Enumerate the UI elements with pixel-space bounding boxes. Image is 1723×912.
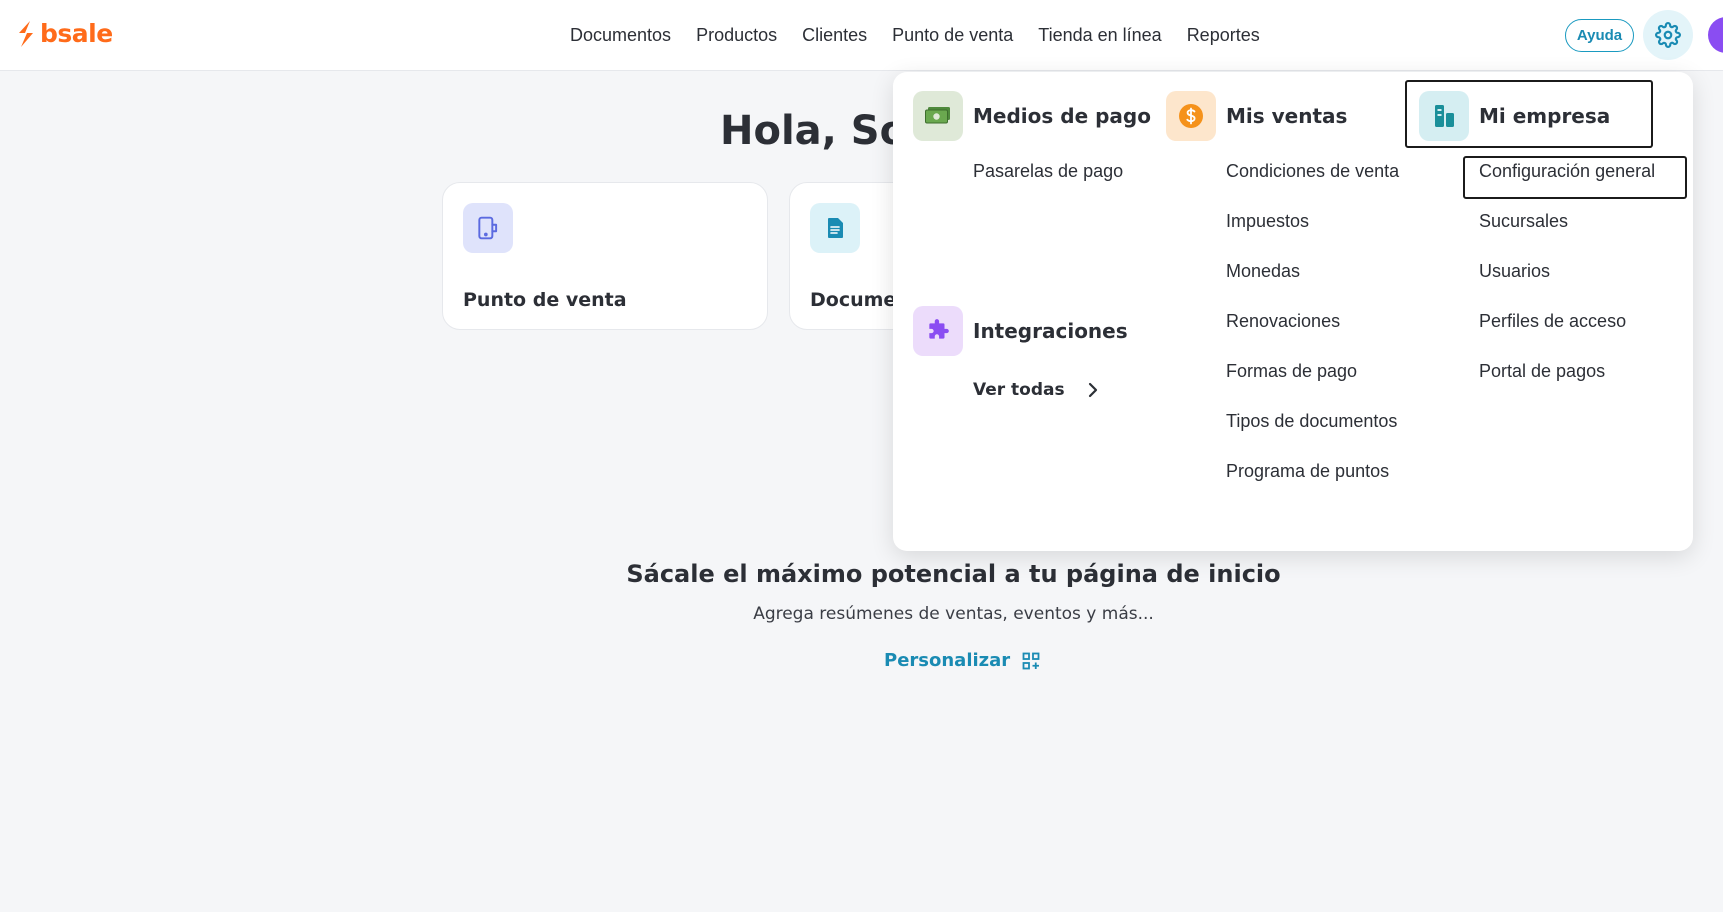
shortcut-card-punto-de-venta[interactable]: Punto de venta	[442, 182, 768, 330]
menu-item-renovaciones[interactable]: Renovaciones	[1226, 309, 1340, 333]
section-medios-de-pago: Medios de pago	[913, 91, 1151, 141]
chevron-right-icon	[1088, 382, 1097, 398]
menu-item-impuestos[interactable]: Impuestos	[1226, 209, 1309, 233]
promo-subtitle: Agrega resúmenes de ventas, eventos y má…	[753, 604, 1154, 624]
user-avatar[interactable]	[1708, 17, 1723, 53]
brand-name: bsale	[40, 19, 113, 48]
menu-item-pasarelas-de-pago[interactable]: Pasarelas de pago	[973, 159, 1123, 183]
menu-item-formas-de-pago[interactable]: Formas de pago	[1226, 359, 1357, 383]
nav-clientes[interactable]: Clientes	[802, 22, 867, 48]
section-title: Mi empresa	[1479, 104, 1611, 128]
personalize-label: Personalizar	[884, 650, 1011, 671]
money-icon	[925, 107, 950, 124]
menu-item-condiciones-de-venta[interactable]: Condiciones de venta	[1226, 159, 1399, 183]
bsale-logo-icon	[19, 21, 33, 47]
gear-icon	[1655, 22, 1681, 48]
section-title: Integraciones	[973, 319, 1128, 343]
section-title: Mis ventas	[1226, 104, 1348, 128]
card-label: Punto de venta	[463, 289, 627, 311]
section-icon-wrap	[1166, 91, 1216, 141]
widgets-icon	[1022, 652, 1040, 669]
nav-documentos[interactable]: Documentos	[570, 22, 671, 48]
section-title: Medios de pago	[973, 104, 1151, 128]
building-icon	[1435, 105, 1454, 127]
personalize-link[interactable]: Personalizar	[884, 650, 1040, 671]
card-icon-wrap	[463, 203, 513, 253]
section-mi-empresa[interactable]: Mi empresa	[1419, 91, 1610, 141]
nav-tienda-en-linea[interactable]: Tienda en línea	[1038, 22, 1161, 48]
ver-todas-label: Ver todas	[973, 380, 1065, 400]
menu-item-configuracion-general[interactable]: Configuración general	[1479, 159, 1655, 183]
menu-item-perfiles-de-acceso[interactable]: Perfiles de acceso	[1479, 309, 1626, 333]
menu-item-portal-de-pagos[interactable]: Portal de pagos	[1479, 359, 1605, 383]
document-icon	[828, 218, 843, 238]
dollar-coin-icon	[1179, 104, 1203, 128]
menu-item-sucursales[interactable]: Sucursales	[1479, 209, 1568, 233]
section-icon-wrap	[1419, 91, 1469, 141]
nav-productos[interactable]: Productos	[696, 22, 777, 48]
menu-item-monedas[interactable]: Monedas	[1226, 259, 1300, 283]
section-mis-ventas: Mis ventas	[1166, 91, 1347, 141]
settings-dropdown-menu: Medios de pago Pasarelas de pago Integra…	[893, 72, 1693, 551]
card-icon-wrap	[810, 203, 860, 253]
nav-punto-de-venta[interactable]: Punto de venta	[892, 22, 1013, 48]
ver-todas-link[interactable]: Ver todas	[973, 380, 1099, 400]
puzzle-icon	[929, 319, 949, 339]
bsale-logo[interactable]: bsale	[16, 20, 113, 48]
top-header: bsale Documentos Productos Clientes Punt…	[0, 0, 1723, 71]
settings-button[interactable]	[1643, 10, 1693, 60]
menu-item-tipos-de-documentos[interactable]: Tipos de documentos	[1226, 409, 1397, 433]
menu-item-usuarios[interactable]: Usuarios	[1479, 259, 1550, 283]
promo-title: Sácale el máximo potencial a tu página d…	[626, 560, 1281, 588]
card-label: Docume	[810, 289, 897, 311]
menu-item-programa-de-puntos[interactable]: Programa de puntos	[1226, 459, 1389, 483]
nav-reportes[interactable]: Reportes	[1187, 22, 1260, 48]
main-nav: Documentos Productos Clientes Punto de v…	[570, 22, 1285, 48]
section-icon-wrap	[913, 306, 963, 356]
pos-terminal-icon	[478, 216, 498, 240]
section-integraciones: Integraciones	[913, 306, 1128, 356]
section-icon-wrap	[913, 91, 963, 141]
help-button[interactable]: Ayuda	[1565, 19, 1634, 52]
